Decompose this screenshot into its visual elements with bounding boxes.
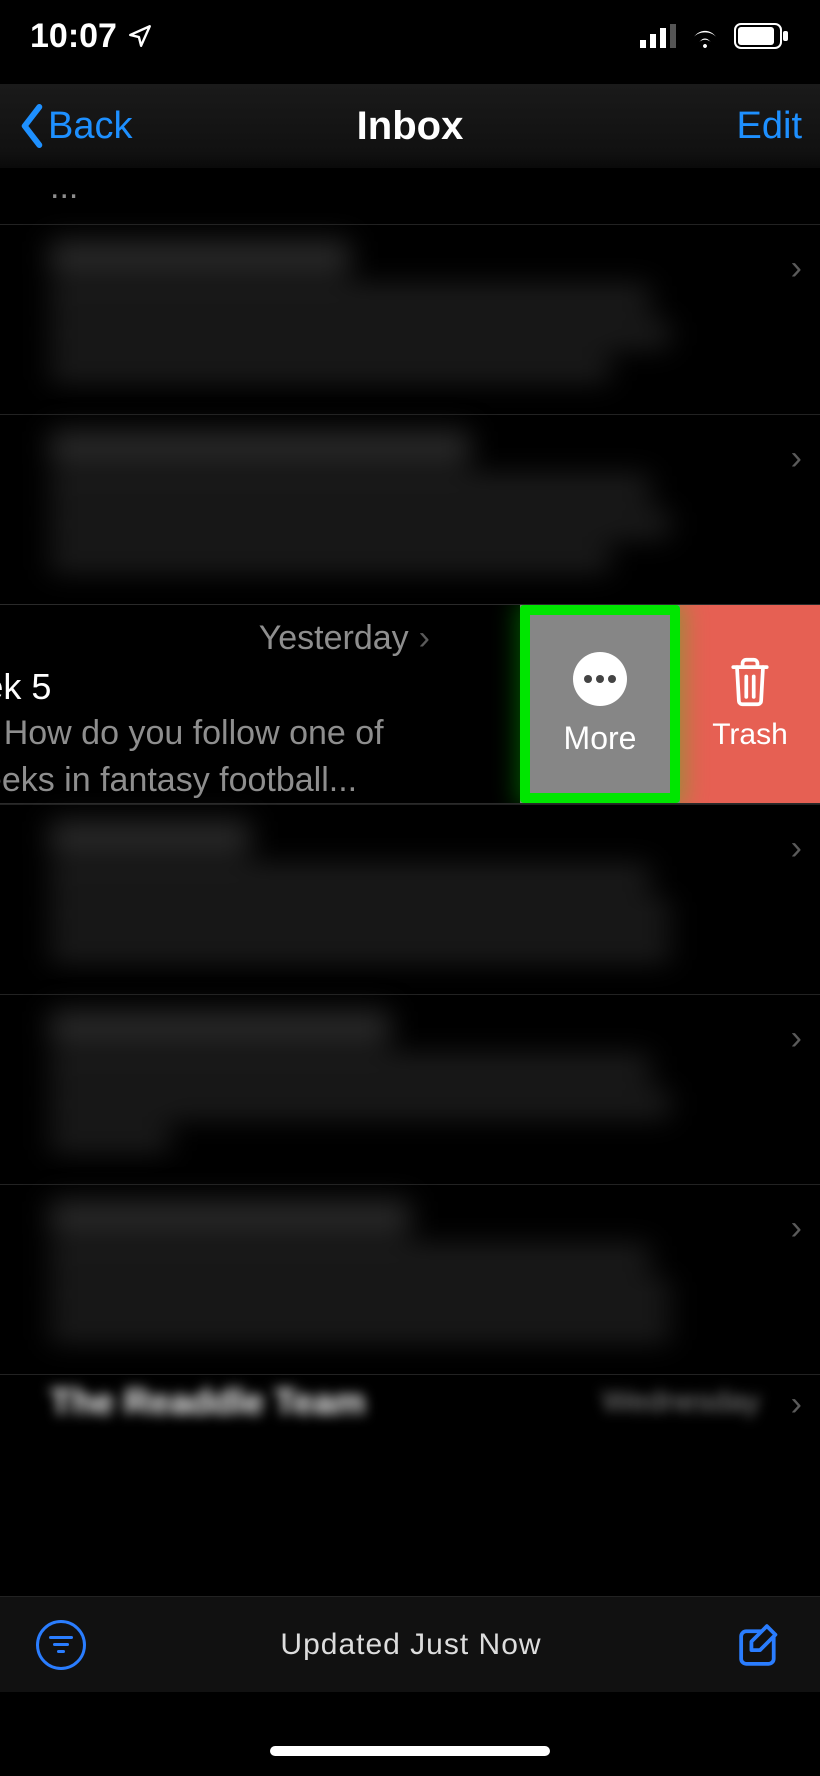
mail-row[interactable]: › xyxy=(0,224,820,414)
status-right xyxy=(640,23,790,49)
back-button[interactable]: Back xyxy=(18,104,132,148)
mail-row-swiped[interactable]: Yesterday › Week 5 ek 5 How do you follo… xyxy=(0,604,820,804)
redacted-content xyxy=(0,415,820,604)
mail-row[interactable]: › xyxy=(0,804,820,994)
redacted-content xyxy=(0,225,820,414)
chevron-right-icon: › xyxy=(791,1209,802,1248)
mail-date: Wednesday xyxy=(602,1385,760,1419)
compose-button[interactable] xyxy=(736,1621,784,1669)
chevron-right-icon: › xyxy=(791,249,802,288)
screen: 10:07 Back Inbox Edit ... › xyxy=(0,0,820,1776)
mail-row[interactable]: › xyxy=(0,1184,820,1374)
chevron-right-icon: › xyxy=(791,829,802,868)
trash-label: Trash xyxy=(712,718,788,752)
sync-status: Updated Just Now xyxy=(280,1628,541,1662)
trash-icon xyxy=(727,656,773,708)
mail-row[interactable]: › xyxy=(0,414,820,604)
wifi-icon xyxy=(688,24,722,48)
filter-button[interactable] xyxy=(36,1620,86,1670)
battery-icon xyxy=(734,23,790,49)
mail-row[interactable]: › xyxy=(0,994,820,1184)
mail-preview-line: g weeks in fantasy football... xyxy=(0,759,440,802)
swipe-actions: Trash xyxy=(680,605,820,803)
redacted-content xyxy=(0,805,820,994)
home-indicator[interactable] xyxy=(270,1746,550,1756)
mail-date: Yesterday xyxy=(259,619,409,658)
chevron-right-icon: › xyxy=(791,1385,802,1424)
overflow-dots: ... xyxy=(0,168,820,224)
status-bar: 10:07 xyxy=(0,0,820,72)
compose-icon xyxy=(736,1621,784,1669)
mail-subject: Week 5 xyxy=(0,666,440,708)
redacted-content xyxy=(0,995,820,1184)
chevron-right-icon: › xyxy=(791,439,802,478)
bottom-toolbar: Updated Just Now xyxy=(0,1596,820,1692)
back-label: Back xyxy=(48,105,132,148)
mail-row[interactable]: The Readdle Team Wednesday › xyxy=(0,1374,820,1434)
mail-preview-line: ek 5 How do you follow one of xyxy=(0,712,440,755)
nav-bar: Back Inbox Edit xyxy=(0,84,820,168)
chevron-right-icon: › xyxy=(791,1019,802,1058)
mail-list[interactable]: ... › › Yesterday xyxy=(0,168,820,1600)
mail-row-content[interactable]: Yesterday › Week 5 ek 5 How do you follo… xyxy=(0,605,440,803)
mail-sender: The Readdle Team xyxy=(50,1381,365,1423)
location-icon xyxy=(127,23,153,49)
cellular-icon xyxy=(640,24,676,48)
chevron-right-icon: › xyxy=(419,619,430,658)
status-time: 10:07 xyxy=(30,17,117,56)
status-left: 10:07 xyxy=(30,17,153,56)
redacted-content xyxy=(0,1185,820,1374)
edit-button[interactable]: Edit xyxy=(737,105,802,148)
more-label: More xyxy=(564,720,637,757)
trash-button[interactable]: Trash xyxy=(680,605,820,803)
more-button[interactable]: More xyxy=(520,605,680,803)
more-icon xyxy=(573,652,627,706)
chevron-left-icon xyxy=(18,104,46,148)
